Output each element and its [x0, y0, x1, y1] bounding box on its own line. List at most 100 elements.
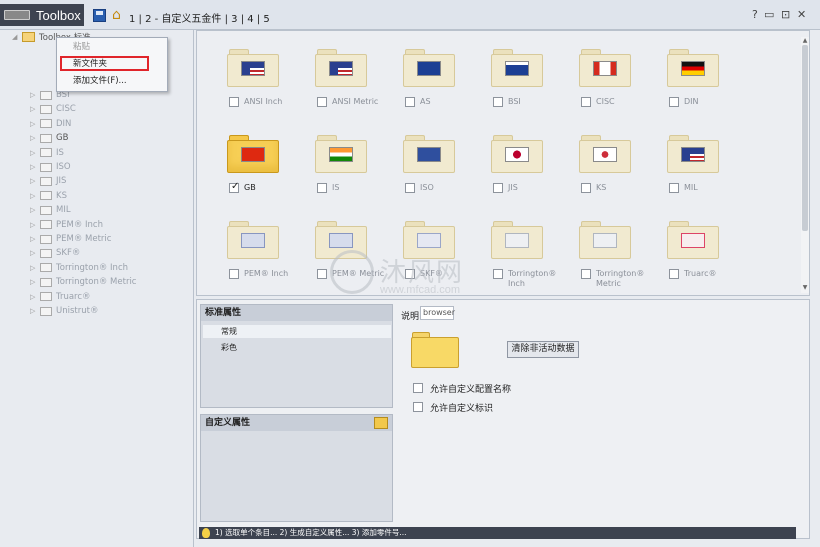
- tree-item[interactable]: ▷ MIL: [0, 203, 71, 217]
- tree-item[interactable]: ▷ IS: [0, 146, 64, 160]
- expand-arrow-icon[interactable]: ▷: [30, 134, 40, 142]
- expand-arrow-icon[interactable]: ▷: [30, 192, 40, 200]
- menu-item-add-file[interactable]: 添加文件(F)...: [73, 74, 127, 88]
- expand-arrow-icon[interactable]: ▷: [30, 105, 40, 113]
- checkbox[interactable]: [413, 383, 423, 393]
- standard-card[interactable]: ISO: [393, 135, 473, 215]
- folder-icon[interactable]: [667, 221, 719, 259]
- card-checkbox[interactable]: [669, 269, 679, 279]
- expand-arrow-icon[interactable]: ▷: [30, 221, 40, 229]
- crumb-3[interactable]: 3: [231, 14, 237, 25]
- expand-arrow-icon[interactable]: ▷: [30, 163, 40, 171]
- crumb-2[interactable]: 2 - 自定义五金件: [145, 14, 221, 25]
- card-checkbox[interactable]: [229, 269, 239, 279]
- folder-icon[interactable]: [491, 49, 543, 87]
- tree-item[interactable]: ▷ Torrington® Inch: [0, 261, 128, 275]
- folder-icon[interactable]: [491, 135, 543, 173]
- folder-icon[interactable]: [403, 135, 455, 173]
- standard-card[interactable]: ANSI Inch: [217, 49, 297, 129]
- card-checkbox[interactable]: [493, 183, 503, 193]
- expand-arrow-icon[interactable]: ▷: [30, 293, 40, 301]
- standard-card[interactable]: PEM® Inch: [217, 221, 297, 301]
- folder-icon[interactable]: [403, 49, 455, 87]
- standard-card[interactable]: CISC: [569, 49, 649, 129]
- folder-icon[interactable]: [227, 135, 279, 173]
- card-checkbox[interactable]: [581, 269, 591, 279]
- expand-arrow-icon[interactable]: ▷: [30, 120, 40, 128]
- card-checkbox[interactable]: [317, 97, 327, 107]
- expand-arrow-icon[interactable]: ▷: [30, 91, 40, 99]
- card-checkbox[interactable]: [317, 183, 327, 193]
- scroll-up-icon[interactable]: ▲: [801, 37, 809, 44]
- scroll-thumb[interactable]: [802, 45, 808, 231]
- folder-icon[interactable]: [227, 49, 279, 87]
- property-row-general[interactable]: 常规: [203, 325, 391, 338]
- card-checkbox[interactable]: [493, 97, 503, 107]
- close-icon[interactable]: ✕: [797, 8, 806, 21]
- crumb-4[interactable]: 4: [247, 14, 253, 25]
- card-checkbox[interactable]: [229, 97, 239, 107]
- standard-card[interactable]: MIL: [657, 135, 737, 215]
- standard-card[interactable]: JIS: [481, 135, 561, 215]
- card-checkbox[interactable]: [317, 269, 327, 279]
- standard-card[interactable]: DIN: [657, 49, 737, 129]
- expand-arrow-icon[interactable]: ▷: [30, 278, 40, 286]
- expand-arrow-icon[interactable]: ▷: [30, 264, 40, 272]
- tree-item[interactable]: ▷ JIS: [0, 174, 66, 188]
- checkbox[interactable]: [413, 402, 423, 412]
- tree-item[interactable]: ▷ CISC: [0, 102, 76, 116]
- standard-card[interactable]: AS: [393, 49, 473, 129]
- card-checkbox[interactable]: [405, 97, 415, 107]
- card-checkbox[interactable]: [581, 97, 591, 107]
- scroll-down-icon[interactable]: ▼: [801, 284, 809, 291]
- standard-card[interactable]: Truarc®: [657, 221, 737, 301]
- tree-item[interactable]: ▷ KS: [0, 189, 67, 203]
- tree-item[interactable]: ▷ Unistrut®: [0, 304, 98, 318]
- home-icon[interactable]: ⌂: [112, 8, 128, 22]
- expand-arrow-icon[interactable]: ▷: [30, 149, 40, 157]
- option-custom-id[interactable]: 允许自定义标识: [413, 401, 493, 414]
- expand-arrow-icon[interactable]: ▷: [30, 249, 40, 257]
- option-custom-config-name[interactable]: 允许自定义配置名称: [413, 382, 511, 395]
- expand-arrow-icon[interactable]: ▷: [30, 235, 40, 243]
- toolbox-tab[interactable]: Toolbox: [0, 4, 84, 26]
- standard-card[interactable]: KS: [569, 135, 649, 215]
- folder-icon[interactable]: [667, 135, 719, 173]
- folder-icon[interactable]: [667, 49, 719, 87]
- tree-item[interactable]: ▷ ISO: [0, 160, 71, 174]
- standard-card[interactable]: IS: [305, 135, 385, 215]
- expand-arrow-icon[interactable]: ▷: [30, 307, 40, 315]
- tree-item[interactable]: ▷ DIN: [0, 117, 71, 131]
- tree-item[interactable]: ▷ PEM® Metric: [0, 232, 111, 246]
- minimize-icon[interactable]: ▭: [764, 8, 774, 21]
- standard-card[interactable]: ANSI Metric: [305, 49, 385, 129]
- standard-card[interactable]: BSI: [481, 49, 561, 129]
- card-checkbox[interactable]: [669, 183, 679, 193]
- crumb-5[interactable]: 5: [263, 14, 269, 25]
- help-icon[interactable]: ?: [752, 8, 758, 21]
- folder-icon[interactable]: [315, 135, 367, 173]
- save-icon[interactable]: [93, 9, 106, 22]
- card-checkbox[interactable]: [229, 181, 239, 193]
- standard-card[interactable]: Torrington® Metric: [569, 221, 649, 301]
- tree-item[interactable]: ▷ PEM® Inch: [0, 218, 103, 232]
- property-row-color[interactable]: 彩色: [203, 341, 237, 354]
- tree-item[interactable]: ▷ SKF®: [0, 246, 80, 260]
- tree-item[interactable]: ▷ Torrington® Metric: [0, 275, 136, 289]
- folder-icon[interactable]: [579, 135, 631, 173]
- menu-item-paste[interactable]: 粘贴: [73, 40, 90, 54]
- card-checkbox[interactable]: [405, 183, 415, 193]
- card-checkbox[interactable]: [581, 183, 591, 193]
- collapse-arrow-icon[interactable]: ◢: [12, 33, 22, 41]
- card-checkbox[interactable]: [669, 97, 679, 107]
- expand-arrow-icon[interactable]: ▷: [30, 206, 40, 214]
- standard-card[interactable]: GB: [217, 135, 297, 215]
- clear-inactive-data-button[interactable]: 清除非活动数据: [507, 341, 579, 358]
- folder-icon[interactable]: [579, 49, 631, 87]
- crumb-1[interactable]: 1: [129, 14, 135, 25]
- folder-icon[interactable]: [227, 221, 279, 259]
- grid-scrollbar[interactable]: ▲ ▼: [801, 37, 809, 293]
- folder-icon[interactable]: [579, 221, 631, 259]
- description-field[interactable]: browser: [420, 306, 455, 320]
- folder-icon[interactable]: [315, 49, 367, 87]
